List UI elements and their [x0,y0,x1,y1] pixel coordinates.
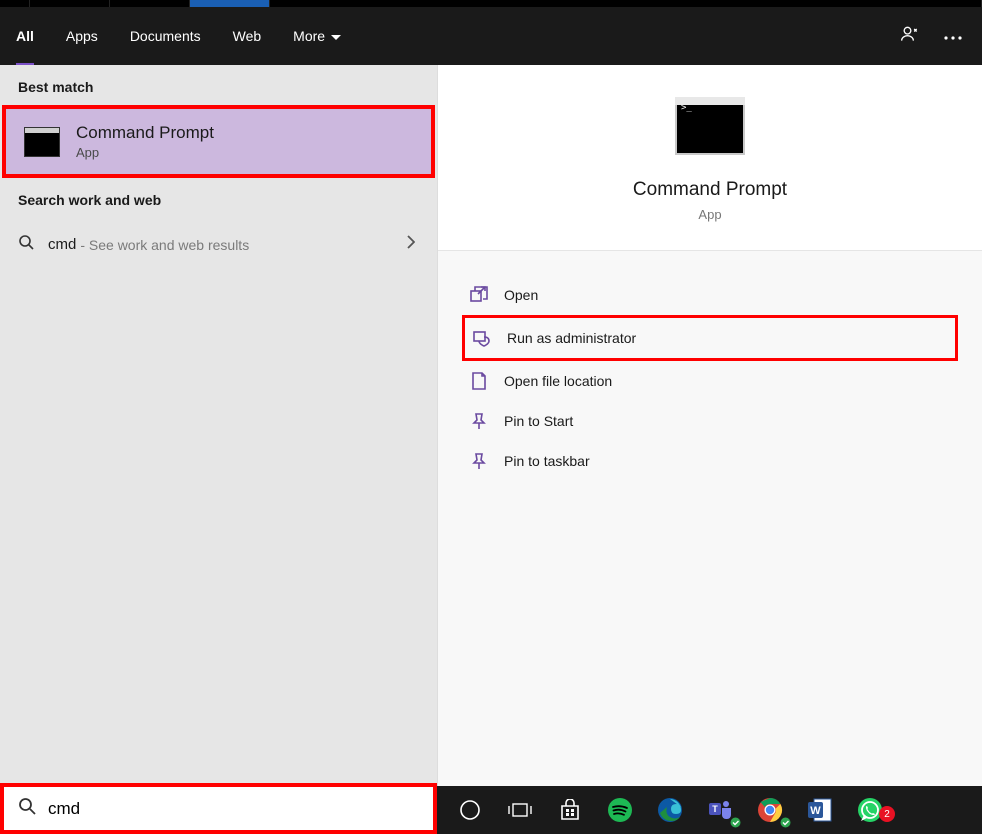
action-pin-taskbar[interactable]: Pin to taskbar [462,441,958,481]
search-input[interactable] [48,799,419,819]
result-title: Command Prompt [76,123,214,143]
preview-actions: Open Run as administrator Open file loca… [438,251,982,505]
chevron-right-icon [407,235,415,254]
taskbar-chrome-icon[interactable] [745,790,795,830]
action-pin-taskbar-label: Pin to taskbar [504,453,590,469]
action-open-location[interactable]: Open file location [462,361,958,401]
tab-more-label: More [293,28,325,44]
result-command-prompt[interactable]: Command Prompt App [2,105,435,178]
taskbar-store-icon[interactable] [545,790,595,830]
filter-tabs: All Apps Documents Web More [0,7,357,65]
more-options-icon[interactable] [944,27,962,45]
svg-text:T: T [712,804,718,814]
results-panel: Best match Command Prompt App Search wor… [0,65,437,786]
window-top-strip [0,0,982,7]
taskbar-taskview-icon[interactable] [495,790,545,830]
preview-subtitle: App [438,207,982,222]
taskbar-teams-icon[interactable]: T [695,790,745,830]
action-open-label: Open [504,287,538,303]
chevron-down-icon [331,28,341,44]
action-pin-start-label: Pin to Start [504,413,573,429]
search-work-web-label: Search work and web [0,178,437,218]
preview-title: Command Prompt [438,179,982,201]
tab-web[interactable]: Web [217,7,278,65]
action-run-as-admin-label: Run as administrator [507,330,636,346]
tab-documents[interactable]: Documents [114,7,217,65]
preview-app-icon [675,97,745,155]
web-query-text: cmd [48,236,76,253]
taskbar: T W 2 [437,786,982,834]
taskbar-word-icon[interactable]: W [795,790,845,830]
result-subtitle: App [76,145,214,160]
action-run-as-admin[interactable]: Run as administrator [462,315,958,361]
search-web-row[interactable]: cmd - See work and web results [0,218,437,271]
taskbar-whatsapp-icon[interactable]: 2 [845,790,895,830]
search-icon [18,234,34,255]
taskbar-cortana-icon[interactable] [445,790,495,830]
tab-more[interactable]: More [277,7,357,65]
notification-badge: 2 [879,806,895,822]
taskbar-edge-icon[interactable] [645,790,695,830]
taskbar-spotify-icon[interactable] [595,790,645,830]
search-bar[interactable] [0,783,437,834]
command-prompt-icon [24,127,60,157]
action-pin-start[interactable]: Pin to Start [462,401,958,441]
search-header: All Apps Documents Web More [0,7,982,65]
search-icon [18,797,36,820]
svg-text:W: W [810,805,821,817]
action-open[interactable]: Open [462,275,958,315]
web-query-hint: - See work and web results [80,237,249,253]
best-match-label: Best match [0,65,437,105]
preview-panel: Command Prompt App Open Run as administr… [437,65,982,786]
action-open-location-label: Open file location [504,373,612,389]
tab-all[interactable]: All [0,7,50,65]
feedback-icon[interactable] [900,24,920,49]
tab-apps[interactable]: Apps [50,7,114,65]
